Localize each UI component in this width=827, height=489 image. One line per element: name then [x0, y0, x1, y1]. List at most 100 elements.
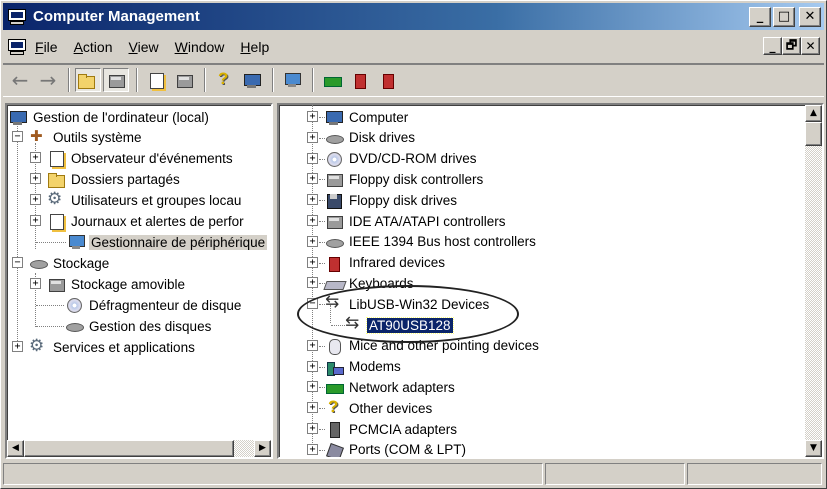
tree-item-outils-systeme[interactable]: Outils système [29, 127, 144, 147]
show-tree-icon [107, 72, 125, 88]
menu-action[interactable]: Action [74, 39, 113, 55]
scroll-up-button[interactable]: ▲ [805, 105, 822, 122]
scroll-left-button[interactable]: ◀ [7, 440, 24, 457]
tree-item-services-applications[interactable]: Services et applications [29, 336, 197, 357]
box-device-icon [325, 171, 343, 188]
device-category-libusb-win32-devices[interactable]: LibUSB-Win32 Devices [325, 292, 491, 314]
show-hide-tree-button[interactable] [103, 68, 129, 92]
uninstall-button[interactable] [347, 68, 373, 92]
scroll-down-button[interactable]: ▼ [805, 440, 822, 457]
properties-button[interactable] [143, 68, 169, 92]
left-scroll-thumb[interactable] [24, 440, 234, 457]
tree-item-observateur[interactable]: Observateur d'événements [47, 148, 235, 168]
right-scroll-thumb[interactable] [805, 122, 822, 146]
expand-utilisateurs[interactable]: + [30, 194, 41, 205]
device-category-ieee-1394-bus-host-controllers[interactable]: IEEE 1394 Bus host controllers [325, 232, 538, 252]
device-category-other-devices[interactable]: Other devices [325, 397, 434, 418]
back-arrow-icon: ← [11, 68, 29, 92]
expand-keyboards[interactable]: + [307, 277, 318, 289]
pcmcia-device-icon [325, 421, 343, 438]
left-horizontal-scrollbar[interactable]: ◀ ▶ [7, 440, 271, 457]
console-button[interactable] [239, 68, 265, 92]
right-vertical-scrollbar[interactable]: ▲ ▼ [805, 105, 822, 457]
child-close-button[interactable]: ✕ [801, 37, 820, 55]
device-category-modems[interactable]: Modems [325, 357, 403, 377]
menu-help[interactable]: Help [240, 39, 269, 55]
device-category-at90usb128[interactable]: AT90USB128 [345, 313, 454, 335]
expand-stockage-amovible[interactable]: + [30, 278, 41, 289]
console-tree-pane[interactable]: Gestion de l'ordinateur (local) − Outils… [5, 103, 273, 459]
minimize-button[interactable]: _ [749, 6, 771, 27]
help-button[interactable] [211, 68, 237, 92]
up-one-level-button[interactable] [75, 68, 101, 92]
tree-item-dossiers-partages[interactable]: Dossiers partagés [47, 169, 182, 189]
device-category-disk-drives[interactable]: Disk drives [325, 128, 417, 148]
expand-floppy-disk-controllers[interactable]: + [307, 173, 318, 185]
expand-mice-and-other-pointing-devices[interactable]: + [307, 339, 318, 351]
console-window-icon[interactable] [7, 38, 29, 56]
forward-button[interactable]: → [35, 68, 61, 92]
device-label: Ports (COM & LPT) [349, 442, 467, 458]
expand-floppy-disk-drives[interactable]: + [307, 194, 318, 206]
expand-network-adapters[interactable]: + [307, 381, 318, 393]
disable-button[interactable] [375, 68, 401, 92]
tree-item-gestion-ordinateur[interactable]: Gestion de l'ordinateur (local) [9, 107, 211, 127]
device-category-dvd-cd-rom-drives[interactable]: DVD/CD-ROM drives [325, 149, 479, 169]
device-label: Modems [349, 359, 401, 375]
expand-dossiers-partages[interactable]: + [30, 173, 41, 184]
expand-ide-ata-atapi-controllers[interactable]: + [307, 215, 318, 226]
collapse-libusb-win32-devices[interactable]: − [307, 298, 318, 310]
device-category-floppy-disk-controllers[interactable]: Floppy disk controllers [325, 169, 485, 189]
disable-icon [379, 72, 397, 89]
title-bar[interactable]: Computer Management _ □ ✕ [3, 3, 824, 30]
tree-item-utilisateurs[interactable]: Utilisateurs et groupes locau [47, 189, 243, 210]
forward-arrow-icon: → [39, 68, 57, 92]
expand-journaux[interactable]: + [30, 215, 41, 226]
scroll-right-button[interactable]: ▶ [254, 440, 271, 457]
tree-item-stockage[interactable]: Stockage [29, 253, 111, 273]
tree-item-journaux[interactable]: Journaux et alertes de perfor [47, 211, 246, 231]
device-category-pcmcia-adapters[interactable]: PCMCIA adapters [325, 419, 459, 439]
child-minimize-button[interactable]: _ [763, 37, 782, 55]
device-category-network-adapters[interactable]: Network adapters [325, 377, 457, 397]
device-category-computer[interactable]: Computer [325, 107, 410, 127]
expand-computer[interactable]: + [307, 111, 318, 122]
menu-file[interactable]: File [35, 39, 58, 55]
expand-ports-com-lpt[interactable]: + [307, 443, 318, 455]
expand-disk-drives[interactable]: + [307, 131, 318, 143]
close-button[interactable]: ✕ [799, 6, 821, 27]
print-button[interactable] [171, 68, 197, 92]
tree-item-defragmenteur[interactable]: Défragmenteur de disque [65, 295, 243, 315]
device-category-keyboards[interactable]: Keyboards [325, 273, 416, 293]
device-category-mice-and-other-pointing-devices[interactable]: Mice and other pointing devices [325, 336, 541, 356]
child-restore-button[interactable]: 🗗 [782, 37, 801, 55]
expand-modems[interactable]: + [307, 360, 318, 372]
expand-observateur[interactable]: + [30, 152, 41, 163]
menu-window[interactable]: Window [175, 39, 225, 55]
update-driver-button[interactable] [319, 68, 345, 92]
device-category-infrared-devices[interactable]: Infrared devices [325, 253, 447, 273]
device-category-ports-com-lpt[interactable]: Ports (COM & LPT) [325, 440, 468, 458]
tree-item-gestionnaire-peripheriques[interactable]: Gestionnaire de périphérique [67, 232, 268, 252]
expand-dvd-cd-rom-drives[interactable]: + [307, 152, 318, 164]
expand-pcmcia-adapters[interactable]: + [307, 423, 318, 434]
floppy-device-icon [325, 192, 343, 210]
tree-item-stockage-amovible[interactable]: Stockage amovible [47, 274, 187, 294]
services-icon [29, 336, 47, 356]
back-button[interactable]: ← [7, 68, 33, 92]
menu-view[interactable]: View [129, 39, 159, 55]
tools-icon [29, 127, 47, 145]
expand-ieee-1394-bus-host-controllers[interactable]: + [307, 235, 318, 247]
expand-infrared-devices[interactable]: + [307, 256, 318, 268]
expand-services[interactable]: + [12, 341, 23, 352]
usb-device-icon [325, 292, 343, 312]
expand-other-devices[interactable]: + [307, 402, 318, 414]
device-category-floppy-disk-drives[interactable]: Floppy disk drives [325, 190, 459, 210]
tree-item-gestion-disques[interactable]: Gestion des disques [65, 316, 213, 336]
collapse-outils-systeme[interactable]: − [12, 131, 23, 142]
scan-hardware-button[interactable] [279, 68, 305, 92]
maximize-button[interactable]: □ [773, 6, 795, 27]
device-category-ide-ata-atapi-controllers[interactable]: IDE ATA/ATAPI controllers [325, 211, 508, 231]
device-list-pane[interactable]: + Computer + Disk drives + DVD/CD-ROM drives +… [277, 103, 824, 459]
collapse-stockage[interactable]: − [12, 257, 23, 268]
